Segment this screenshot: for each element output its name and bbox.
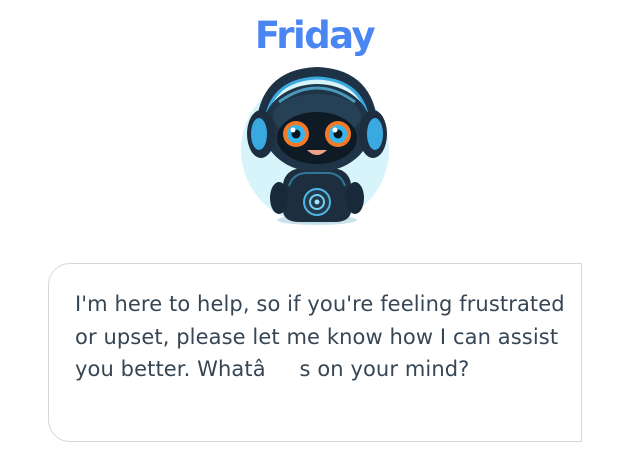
robot-avatar-icon	[239, 66, 393, 226]
assistant-title: Friday	[254, 14, 376, 57]
assistant-message-bubble: I'm here to help, so if you're feeling f…	[48, 263, 582, 442]
assistant-message-text: I'm here to help, so if you're feeling f…	[75, 292, 565, 381]
